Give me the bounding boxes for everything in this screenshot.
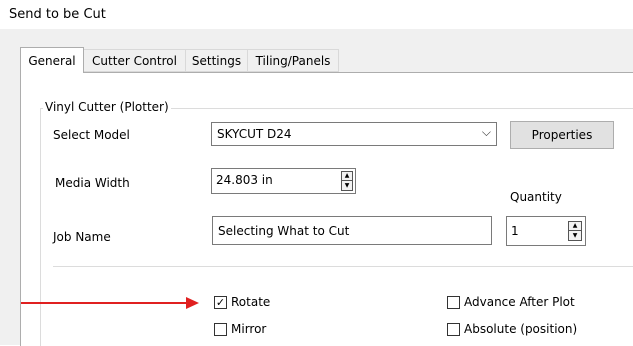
section-divider bbox=[53, 266, 633, 267]
tab-cutter-control[interactable]: Cutter Control bbox=[83, 49, 186, 72]
media-width-label: Media Width bbox=[55, 176, 130, 190]
tab-settings[interactable]: Settings bbox=[185, 49, 248, 72]
quantity-spin-buttons[interactable]: ▲ ▼ bbox=[568, 221, 582, 241]
mirror-label[interactable]: Mirror bbox=[231, 322, 266, 336]
advance-after-plot-label[interactable]: Advance After Plot bbox=[464, 295, 575, 309]
absolute-position-checkbox[interactable] bbox=[447, 323, 460, 336]
quantity-stepper[interactable]: 1 ▲ ▼ bbox=[506, 216, 586, 246]
tab-general[interactable]: General bbox=[20, 47, 84, 73]
chevron-down-icon[interactable]: ⌵ bbox=[482, 125, 491, 140]
window-title: Send to be Cut bbox=[9, 7, 106, 22]
spin-up-icon[interactable]: ▲ bbox=[569, 222, 581, 231]
media-width-value: 24.803 in bbox=[216, 173, 273, 187]
quantity-value: 1 bbox=[511, 224, 519, 238]
job-name-field[interactable]: Selecting What to Cut bbox=[212, 216, 492, 245]
spin-up-icon[interactable]: ▲ bbox=[342, 172, 352, 181]
model-select[interactable]: SKYCUT D24 ⌵ bbox=[211, 122, 497, 146]
advance-after-plot-checkbox[interactable] bbox=[447, 296, 460, 309]
select-model-label: Select Model bbox=[53, 128, 130, 142]
rotate-label[interactable]: Rotate bbox=[231, 295, 270, 309]
spin-down-icon[interactable]: ▼ bbox=[342, 181, 352, 190]
check-icon: ✓ bbox=[215, 296, 226, 309]
job-name-label: Job Name bbox=[53, 230, 111, 244]
media-width-spin-buttons[interactable]: ▲ ▼ bbox=[341, 171, 353, 191]
annotation-arrow-line bbox=[21, 302, 192, 304]
mirror-checkbox[interactable] bbox=[214, 323, 227, 336]
vinyl-cutter-group-label: Vinyl Cutter (Plotter) bbox=[43, 100, 171, 114]
absolute-position-label[interactable]: Absolute (position) bbox=[464, 322, 577, 336]
annotation-arrow-icon bbox=[186, 297, 199, 309]
model-select-value: SKYCUT D24 bbox=[217, 127, 292, 141]
tab-tiling-panels[interactable]: Tiling/Panels bbox=[247, 49, 339, 72]
rotate-checkbox[interactable]: ✓ bbox=[214, 296, 227, 309]
media-width-spinbox[interactable]: 24.803 in ▲ ▼ bbox=[211, 168, 356, 194]
job-name-value: Selecting What to Cut bbox=[218, 224, 350, 238]
spin-down-icon[interactable]: ▼ bbox=[569, 231, 581, 240]
properties-button[interactable]: Properties bbox=[510, 121, 614, 149]
quantity-label: Quantity bbox=[510, 190, 562, 204]
